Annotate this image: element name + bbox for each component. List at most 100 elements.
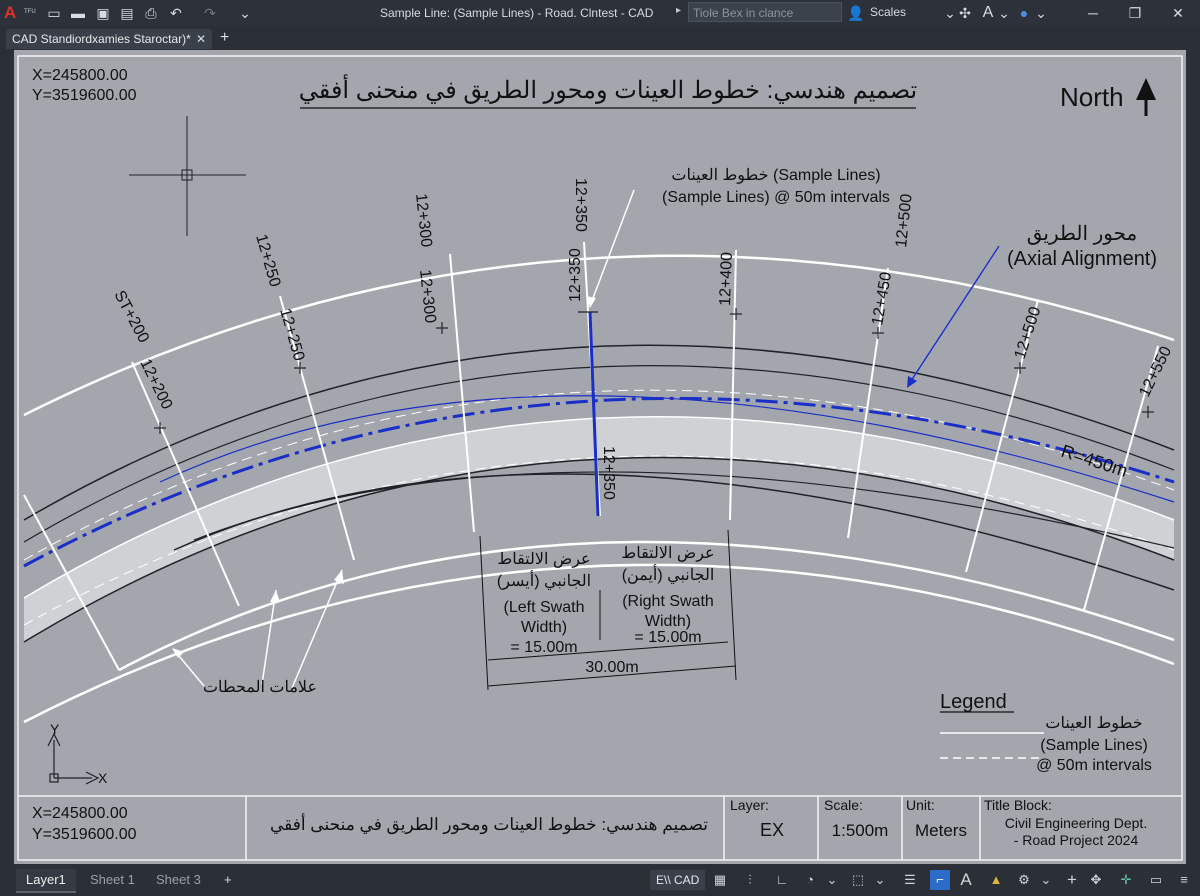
ortho-icon[interactable]: ∟ (772, 870, 792, 890)
close-tab-icon[interactable]: ✕ (196, 29, 206, 49)
right-swath-line3: (Right Swath (622, 593, 714, 610)
close-icon[interactable]: ✕ (1168, 3, 1188, 23)
coord-x-label: X=245800.00 (32, 67, 128, 84)
station-marks-label: علامات المحطات (203, 679, 317, 696)
sample-lines-callout-ar: خطوط العينات (Sample Lines) (671, 167, 880, 184)
north-arrow (1136, 78, 1156, 116)
left-swath-line4: Width) (521, 619, 567, 636)
search-expand-icon[interactable]: ▸ (676, 5, 681, 16)
title-bar: A TFU ▭ ▬ ▣ ▤ ⎙ ↶ ↷ ⌄ Sample Line: (Samp… (0, 0, 1200, 26)
add-layout-button[interactable]: + (214, 869, 242, 891)
document-tab[interactable]: CAD Standiordxamies Staroctar)* ✕ (6, 29, 212, 49)
drawing-canvas[interactable]: X=245800.00 Y=3519600.00 تصميم هندسي: خط… (14, 50, 1186, 864)
station-below-350: 12+350 (600, 446, 617, 500)
radius-label: R=450m (1059, 441, 1130, 481)
settings-dropdown-icon[interactable]: ⌄ (1036, 870, 1056, 890)
left-swath-line1: عرض الالتقاط (497, 551, 590, 568)
drawing-title: تصميم هندسي: خطوط العينات ومحور الطريق ف… (299, 73, 917, 104)
tb-layer-label: Layer: (730, 797, 769, 813)
open-folder-icon[interactable]: ▬ (68, 3, 88, 23)
station-ticks (154, 308, 1154, 434)
road-surface (24, 416, 1174, 642)
more-icon[interactable]: ⌄ (235, 3, 255, 23)
alignment-callout-ar: محور الطريق (1027, 223, 1138, 245)
station-outer-250: 12+250 (252, 232, 283, 289)
warning-icon[interactable]: ▲ (986, 870, 1006, 890)
restore-icon[interactable]: ❐ (1125, 3, 1145, 23)
tb-block-line1: Civil Engineering Dept. (1005, 815, 1147, 831)
station-inner-550: 12+550 (1136, 344, 1175, 400)
app-logo[interactable]: A (4, 3, 16, 23)
north-label: North (1060, 82, 1124, 112)
print-icon[interactable]: ⎙ (141, 3, 161, 23)
layout-tab-sheet1[interactable]: Sheet 1 (80, 869, 145, 891)
tb-unit-value: Meters (915, 821, 967, 840)
alignment-callout-line (908, 245, 1000, 385)
tb-layer-value: EX (760, 820, 784, 840)
plus-icon[interactable]: + (1062, 870, 1082, 890)
left-swath-line5: = 15.00m (510, 639, 577, 656)
app-logo-sub: TFU (24, 9, 36, 15)
settings-icon[interactable]: ⚙ (1014, 870, 1034, 890)
navigation-icon[interactable]: ✛ (1116, 870, 1136, 890)
station-outer-300: 12+300 (412, 193, 435, 248)
layout-status-bar: Layer1 Sheet 1 Sheet 3 + E\\ CAD ▦ ⫶ ∟ ◔… (0, 864, 1200, 896)
undo-icon[interactable]: ↶ (166, 3, 186, 23)
legend-line2: (Sample Lines) (1040, 737, 1148, 754)
transparency-icon[interactable]: ⌐ (930, 870, 950, 890)
drawing-svg: X=245800.00 Y=3519600.00 تصميم هندسي: خط… (17, 55, 1183, 861)
ucs-icon (47, 732, 100, 785)
station-inner-350: 12+350 (567, 248, 584, 302)
tb-coord-x: X=245800.00 (32, 805, 128, 822)
fullscreen-icon[interactable]: ▭ (1146, 870, 1166, 890)
alignment-callout-en: (Axial Alignment) (1007, 248, 1157, 270)
total-width-label: 30.00m (585, 659, 638, 676)
exchange-icon[interactable]: ✣ (955, 3, 975, 23)
redo-icon[interactable]: ↷ (200, 3, 220, 23)
right-swath-line2: الجانبي (أيمن) (622, 564, 715, 584)
legend-line3: @ 50m intervals (1036, 757, 1152, 774)
station-inner-250: 12+250 (276, 306, 307, 363)
new-tab-button[interactable]: + (220, 29, 229, 47)
model-space-toggle[interactable]: E\\ CAD (650, 870, 706, 890)
station-inner-450: 12+450 (869, 271, 895, 327)
polar-icon[interactable]: ◔ (800, 870, 820, 890)
minimize-icon[interactable]: ─ (1083, 3, 1103, 23)
legend-line1: خطوط العينات (1045, 715, 1142, 732)
coord-y-label: Y=3519600.00 (32, 87, 137, 104)
tb-block-line2: - Road Project 2024 (1014, 832, 1139, 848)
tb-coord-y: Y=3519600.00 (32, 826, 137, 843)
scales-label[interactable]: Scales (870, 5, 906, 19)
snap-icon[interactable]: ⫶ (740, 870, 760, 890)
alignment-arrowhead (907, 376, 917, 388)
legend-title: Legend (940, 691, 1007, 713)
grid-icon[interactable]: ▦ (710, 870, 730, 890)
sample-lines-callout-en: (Sample Lines) @ 50m intervals (662, 189, 890, 206)
station-outer-500: 12+500 (893, 193, 916, 248)
search-input[interactable]: Tiole Bex in clance (688, 2, 842, 22)
right-swath-line5: = 15.00m (634, 629, 701, 646)
station-inner-500: 12+500 (1012, 305, 1045, 362)
lineweight-icon[interactable]: ☰ (900, 870, 920, 890)
tb-title: تصميم هندسي: خطوط العينات ومحور الطريق ف… (270, 813, 708, 835)
move-icon[interactable]: ✥ (1086, 870, 1106, 890)
station-inner-400: 12+400 (717, 252, 736, 306)
user-icon[interactable]: 👤 (846, 3, 866, 23)
layout-tab-sheet3[interactable]: Sheet 3 (146, 869, 211, 891)
help-dropdown-icon[interactable]: ⌄ (1031, 3, 1051, 23)
customize-icon[interactable]: ≡ (1174, 870, 1194, 890)
text-dropdown-icon[interactable]: ⌄ (994, 3, 1014, 23)
window-title: Sample Line: (Sample Lines) - Road. Clnt… (380, 6, 654, 20)
osnap-dropdown-icon[interactable]: ⌄ (870, 870, 890, 890)
polar-dropdown-icon[interactable]: ⌄ (822, 870, 842, 890)
tb-scale-value: 1:500m (832, 821, 889, 840)
save-as-icon[interactable]: ▤ (117, 3, 137, 23)
station-outer-350: 12+350 (572, 178, 589, 232)
save-icon[interactable]: ▣ (93, 3, 113, 23)
new-file-icon[interactable]: ▭ (44, 3, 64, 23)
annotation-icon[interactable]: A (956, 870, 976, 890)
right-swath-line1: عرض الالتقاط (621, 545, 714, 562)
outer-offset-arc (23, 254, 1175, 417)
osnap-icon[interactable]: ⬚ (848, 870, 868, 890)
layout-tab-layer1[interactable]: Layer1 (16, 869, 76, 893)
